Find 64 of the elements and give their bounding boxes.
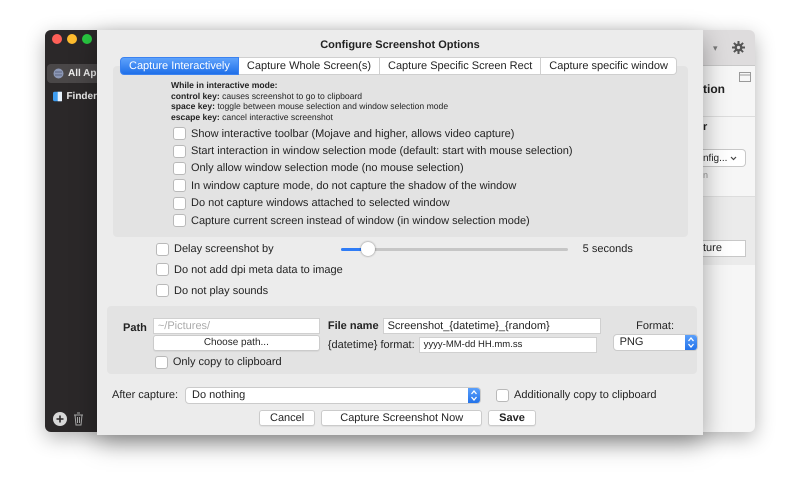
finder-icon <box>53 91 62 102</box>
checkbox[interactable] <box>173 196 186 210</box>
checkbox-label: Capture current screen instead of window (in window selection mode) <box>191 214 530 227</box>
datetime-format-field[interactable]: yyyy-MM-dd HH.mm.ss <box>418 336 597 353</box>
tab[interactable]: Capture specific window <box>541 57 677 75</box>
window-icon[interactable] <box>739 72 751 82</box>
zoom-button[interactable] <box>82 34 92 44</box>
checkbox[interactable] <box>173 162 186 175</box>
dialog-button[interactable]: Cancel <box>259 410 316 426</box>
close-button[interactable] <box>52 34 62 44</box>
input-field[interactable]: ture <box>703 240 746 257</box>
path-label: Path <box>123 322 147 336</box>
dialog-button[interactable]: Save <box>488 410 536 426</box>
section-heading: r <box>703 121 708 133</box>
checkbox-label: Additionally copy to clipboard <box>514 389 657 402</box>
checkbox-label: Only copy to clipboard <box>172 356 282 368</box>
checkbox-label: Do not play sounds <box>174 284 268 297</box>
file-name-label: File name <box>328 320 379 332</box>
format-dropdown[interactable]: PNG <box>612 334 698 351</box>
checkbox-label: Start interaction in window selection mode (default: start with mouse selection) <box>191 145 573 158</box>
sidebar-item[interactable]: Finder <box>47 87 97 106</box>
globe-icon <box>53 68 64 79</box>
info-text: escape key: cancel interactive screenshot <box>171 112 334 122</box>
after-capture-label: After capture: <box>112 389 178 402</box>
slider-thumb[interactable] <box>360 242 375 256</box>
tab[interactable]: Capture Specific Screen Rect <box>380 57 542 75</box>
hint-text: n <box>703 170 708 180</box>
format-label: Format: <box>636 320 674 332</box>
checkbox[interactable] <box>156 242 169 256</box>
checkbox-label: Show interactive toolbar (Mojave and higher, allows video capture) <box>191 128 514 140</box>
choose-path-button[interactable]: Choose path... <box>152 334 320 351</box>
checkbox[interactable] <box>154 356 168 369</box>
checkbox[interactable] <box>173 127 186 140</box>
minimize-button[interactable] <box>67 34 77 44</box>
checkbox[interactable] <box>496 388 510 402</box>
checkbox[interactable] <box>156 284 169 298</box>
tab[interactable]: Capture Whole Screen(s) <box>238 57 380 75</box>
checkbox[interactable] <box>173 214 186 228</box>
checkbox-label: In window capture mode, do not capture the shadow of the window <box>191 180 516 192</box>
dialog-title: Configure Screenshot Options <box>320 39 480 51</box>
sidebar-item[interactable]: All Ap <box>47 64 97 83</box>
checkbox-label: Delay screenshot by <box>174 243 274 256</box>
stepper-icon <box>468 388 480 403</box>
trash-icon[interactable] <box>73 412 84 426</box>
checkbox[interactable] <box>156 263 169 276</box>
checkbox-label: Do not capture windows attached to selected window <box>191 197 450 210</box>
info-heading: While in interactive mode: <box>171 80 278 90</box>
checkbox[interactable] <box>173 179 186 192</box>
stepper-icon <box>684 334 697 350</box>
add-icon[interactable] <box>53 412 67 426</box>
file-name-field[interactable]: Screenshot_{datetime}_{random} <box>382 318 601 334</box>
dialog-button[interactable]: Capture Screenshot Now <box>321 410 482 426</box>
after-capture-dropdown[interactable]: Do nothing <box>185 386 482 404</box>
checkbox[interactable] <box>173 144 186 158</box>
info-text: space key: toggle between mouse selection and window selection mode <box>171 101 450 112</box>
format-label: {datetime} format: <box>328 338 415 351</box>
settings-icon[interactable] <box>732 41 745 54</box>
info-text: control key: causes screenshot to go to clipboard <box>171 90 364 101</box>
checkbox-label: Only allow window selection mode (no mouse selection) <box>191 162 464 174</box>
checkbox-label: Do not add dpi meta data to image <box>174 264 343 276</box>
section-heading: tion <box>703 82 725 96</box>
slider-value: 5 seconds <box>582 243 633 256</box>
chevron-icon <box>730 156 738 160</box>
dropdown[interactable]: nfig... <box>703 149 746 167</box>
